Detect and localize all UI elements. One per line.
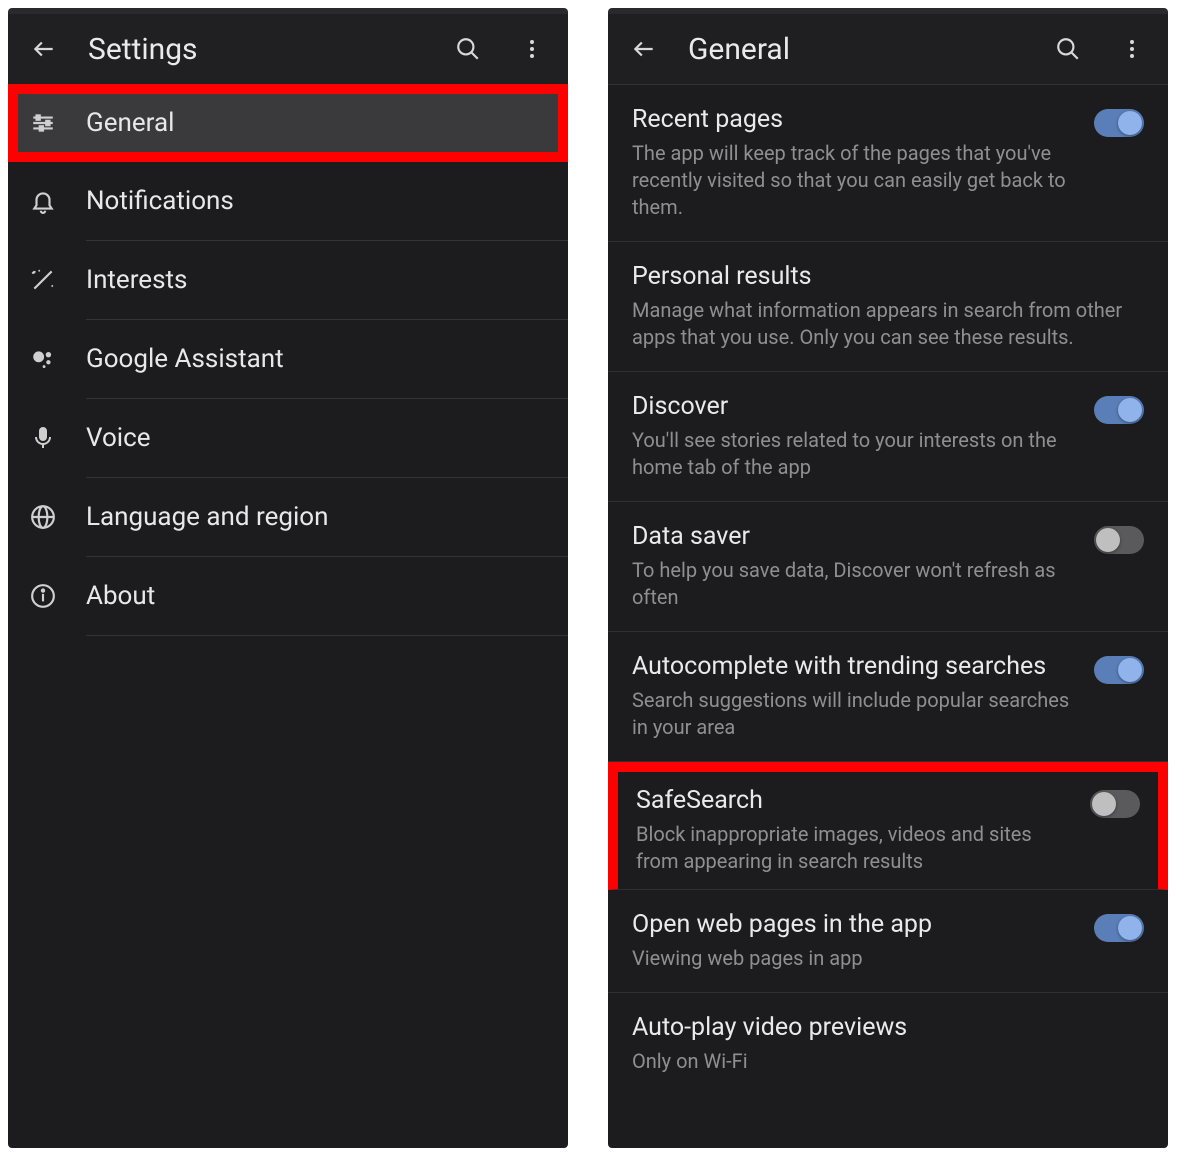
setting-title: SafeSearch xyxy=(636,786,1074,815)
setting-discover[interactable]: Discover You'll see stories related to y… xyxy=(608,372,1168,502)
setting-autocomplete-trending[interactable]: Autocomplete with trending searches Sear… xyxy=(608,632,1168,762)
setting-autoplay-previews[interactable]: Auto-play video previews Only on Wi-Fi xyxy=(608,993,1168,1095)
toggle-autocomplete-trending[interactable] xyxy=(1094,656,1144,684)
setting-subtitle: Search suggestions will include popular … xyxy=(632,687,1078,741)
settings-item-language[interactable]: Language and region xyxy=(8,478,568,556)
search-button[interactable] xyxy=(1048,29,1088,69)
wand-icon xyxy=(28,265,58,295)
setting-subtitle: The app will keep track of the pages tha… xyxy=(632,140,1078,221)
settings-item-about[interactable]: About xyxy=(8,557,568,635)
setting-title: Personal results xyxy=(632,262,1144,291)
more-vert-icon xyxy=(520,37,544,61)
more-button[interactable] xyxy=(512,29,552,69)
sliders-icon xyxy=(28,108,58,138)
arrow-left-icon xyxy=(631,36,657,62)
settings-item-label: Interests xyxy=(86,265,187,295)
toggle-open-web-pages[interactable] xyxy=(1094,914,1144,942)
settings-item-label: About xyxy=(86,581,155,611)
settings-item-general[interactable]: General xyxy=(8,84,568,162)
settings-item-voice[interactable]: Voice xyxy=(8,399,568,477)
settings-list: General Notifications Interests Google A… xyxy=(8,84,568,636)
setting-title: Recent pages xyxy=(632,105,1078,134)
settings-item-label: Language and region xyxy=(86,502,329,532)
general-screen: General Recent pages The app will keep t… xyxy=(608,8,1168,1148)
info-icon xyxy=(28,581,58,611)
assistant-icon xyxy=(28,344,58,374)
toggle-safesearch[interactable] xyxy=(1090,790,1140,818)
setting-recent-pages[interactable]: Recent pages The app will keep track of … xyxy=(608,85,1168,242)
more-vert-icon xyxy=(1120,37,1144,61)
setting-subtitle: Manage what information appears in searc… xyxy=(632,297,1144,351)
mic-icon xyxy=(28,423,58,453)
settings-item-assistant[interactable]: Google Assistant xyxy=(8,320,568,398)
arrow-left-icon xyxy=(31,36,57,62)
search-button[interactable] xyxy=(448,29,488,69)
appbar: General xyxy=(608,14,1168,84)
general-list: Recent pages The app will keep track of … xyxy=(608,85,1168,1095)
search-icon xyxy=(455,36,481,62)
settings-item-interests[interactable]: Interests xyxy=(8,241,568,319)
settings-item-label: Notifications xyxy=(86,186,234,216)
page-title: General xyxy=(688,32,1024,67)
search-icon xyxy=(1055,36,1081,62)
setting-subtitle: Only on Wi-Fi xyxy=(632,1048,1144,1075)
settings-item-label: Voice xyxy=(86,423,151,453)
setting-subtitle: Viewing web pages in app xyxy=(632,945,1078,972)
setting-title: Auto-play video previews xyxy=(632,1013,1144,1042)
settings-screen: Settings General Notifications Interest xyxy=(8,8,568,1148)
setting-title: Discover xyxy=(632,392,1078,421)
setting-open-web-pages[interactable]: Open web pages in the app Viewing web pa… xyxy=(608,890,1168,993)
setting-title: Data saver xyxy=(632,522,1078,551)
setting-data-saver[interactable]: Data saver To help you save data, Discov… xyxy=(608,502,1168,632)
setting-subtitle: Block inappropriate images, videos and s… xyxy=(636,821,1074,875)
settings-item-notifications[interactable]: Notifications xyxy=(8,162,568,240)
toggle-discover[interactable] xyxy=(1094,396,1144,424)
toggle-data-saver[interactable] xyxy=(1094,526,1144,554)
back-button[interactable] xyxy=(624,29,664,69)
bell-icon xyxy=(28,186,58,216)
setting-subtitle: You'll see stories related to your inter… xyxy=(632,427,1078,481)
setting-safesearch[interactable]: SafeSearch Block inappropriate images, v… xyxy=(608,762,1168,890)
back-button[interactable] xyxy=(24,29,64,69)
settings-item-label: General xyxy=(86,108,174,138)
appbar: Settings xyxy=(8,14,568,84)
setting-subtitle: To help you save data, Discover won't re… xyxy=(632,557,1078,611)
setting-title: Open web pages in the app xyxy=(632,910,1078,939)
globe-icon xyxy=(28,502,58,532)
toggle-recent-pages[interactable] xyxy=(1094,109,1144,137)
setting-title: Autocomplete with trending searches xyxy=(632,652,1078,681)
page-title: Settings xyxy=(88,32,424,67)
settings-item-label: Google Assistant xyxy=(86,344,284,374)
setting-personal-results[interactable]: Personal results Manage what information… xyxy=(608,242,1168,372)
more-button[interactable] xyxy=(1112,29,1152,69)
